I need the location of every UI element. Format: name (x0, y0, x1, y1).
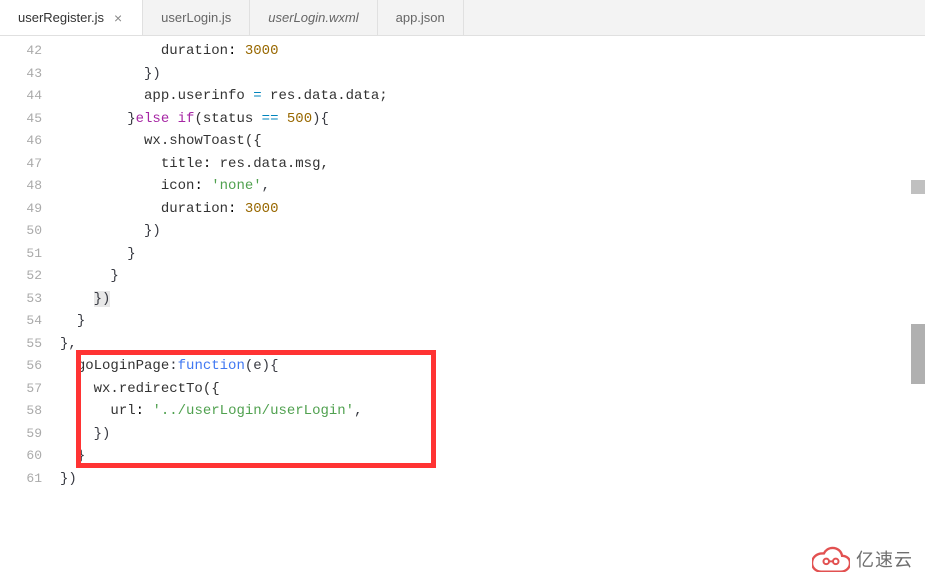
code-line: } (60, 265, 925, 288)
code-line: icon: 'none', (60, 175, 925, 198)
code-line: }) (60, 63, 925, 86)
code-line: } (60, 445, 925, 468)
line-number: 58 (0, 400, 60, 423)
code-line: duration: 3000 (60, 40, 925, 63)
tab-app-json[interactable]: app.json (378, 0, 464, 35)
line-number-gutter: 42 43 44 45 46 47 48 49 50 51 52 53 54 5… (0, 36, 60, 576)
line-number: 54 (0, 310, 60, 333)
tab-user-login-js[interactable]: userLogin.js (143, 0, 250, 35)
line-number: 44 (0, 85, 60, 108)
line-number: 59 (0, 423, 60, 446)
line-number: 42 (0, 40, 60, 63)
tab-user-register-js[interactable]: userRegister.js × (0, 0, 143, 35)
line-number: 57 (0, 378, 60, 401)
line-number: 50 (0, 220, 60, 243)
line-number: 52 (0, 265, 60, 288)
line-number: 51 (0, 243, 60, 266)
line-number: 56 (0, 355, 60, 378)
line-number: 43 (0, 63, 60, 86)
cloud-logo-icon (812, 546, 850, 572)
tab-bar: userRegister.js × userLogin.js userLogin… (0, 0, 925, 36)
code-editor[interactable]: 42 43 44 45 46 47 48 49 50 51 52 53 54 5… (0, 36, 925, 576)
code-line: }) (60, 423, 925, 446)
line-number: 61 (0, 468, 60, 491)
code-content[interactable]: duration: 3000 }) app.userinfo = res.dat… (60, 36, 925, 576)
tab-user-login-wxml[interactable]: userLogin.wxml (250, 0, 377, 35)
code-line: app.userinfo = res.data.data; (60, 85, 925, 108)
watermark: 亿速云 (812, 546, 913, 572)
scroll-marker (911, 180, 925, 194)
code-line: } (60, 310, 925, 333)
code-line: }) (60, 220, 925, 243)
line-number: 60 (0, 445, 60, 468)
code-line: } (60, 243, 925, 266)
code-line: wx.redirectTo({ (60, 378, 925, 401)
code-line: }, (60, 333, 925, 356)
line-number: 55 (0, 333, 60, 356)
tab-label: app.json (396, 10, 445, 25)
line-number: 46 (0, 130, 60, 153)
code-line: }else if(status == 500){ (60, 108, 925, 131)
code-line: title: res.data.msg, (60, 153, 925, 176)
line-number: 48 (0, 175, 60, 198)
code-line: }) (60, 468, 925, 491)
tab-label: userLogin.wxml (268, 10, 358, 25)
vertical-scrollbar[interactable] (911, 36, 925, 536)
code-line: wx.showToast({ (60, 130, 925, 153)
watermark-text: 亿速云 (856, 546, 913, 572)
code-line: goLoginPage:function(e){ (60, 355, 925, 378)
close-icon[interactable]: × (112, 10, 124, 26)
code-line: }) (60, 288, 925, 311)
code-line: url: '../userLogin/userLogin', (60, 400, 925, 423)
line-number: 45 (0, 108, 60, 131)
scroll-marker (911, 324, 925, 384)
tab-label: userRegister.js (18, 10, 104, 25)
line-number: 49 (0, 198, 60, 221)
tab-label: userLogin.js (161, 10, 231, 25)
line-number: 47 (0, 153, 60, 176)
code-line: duration: 3000 (60, 198, 925, 221)
line-number: 53 (0, 288, 60, 311)
